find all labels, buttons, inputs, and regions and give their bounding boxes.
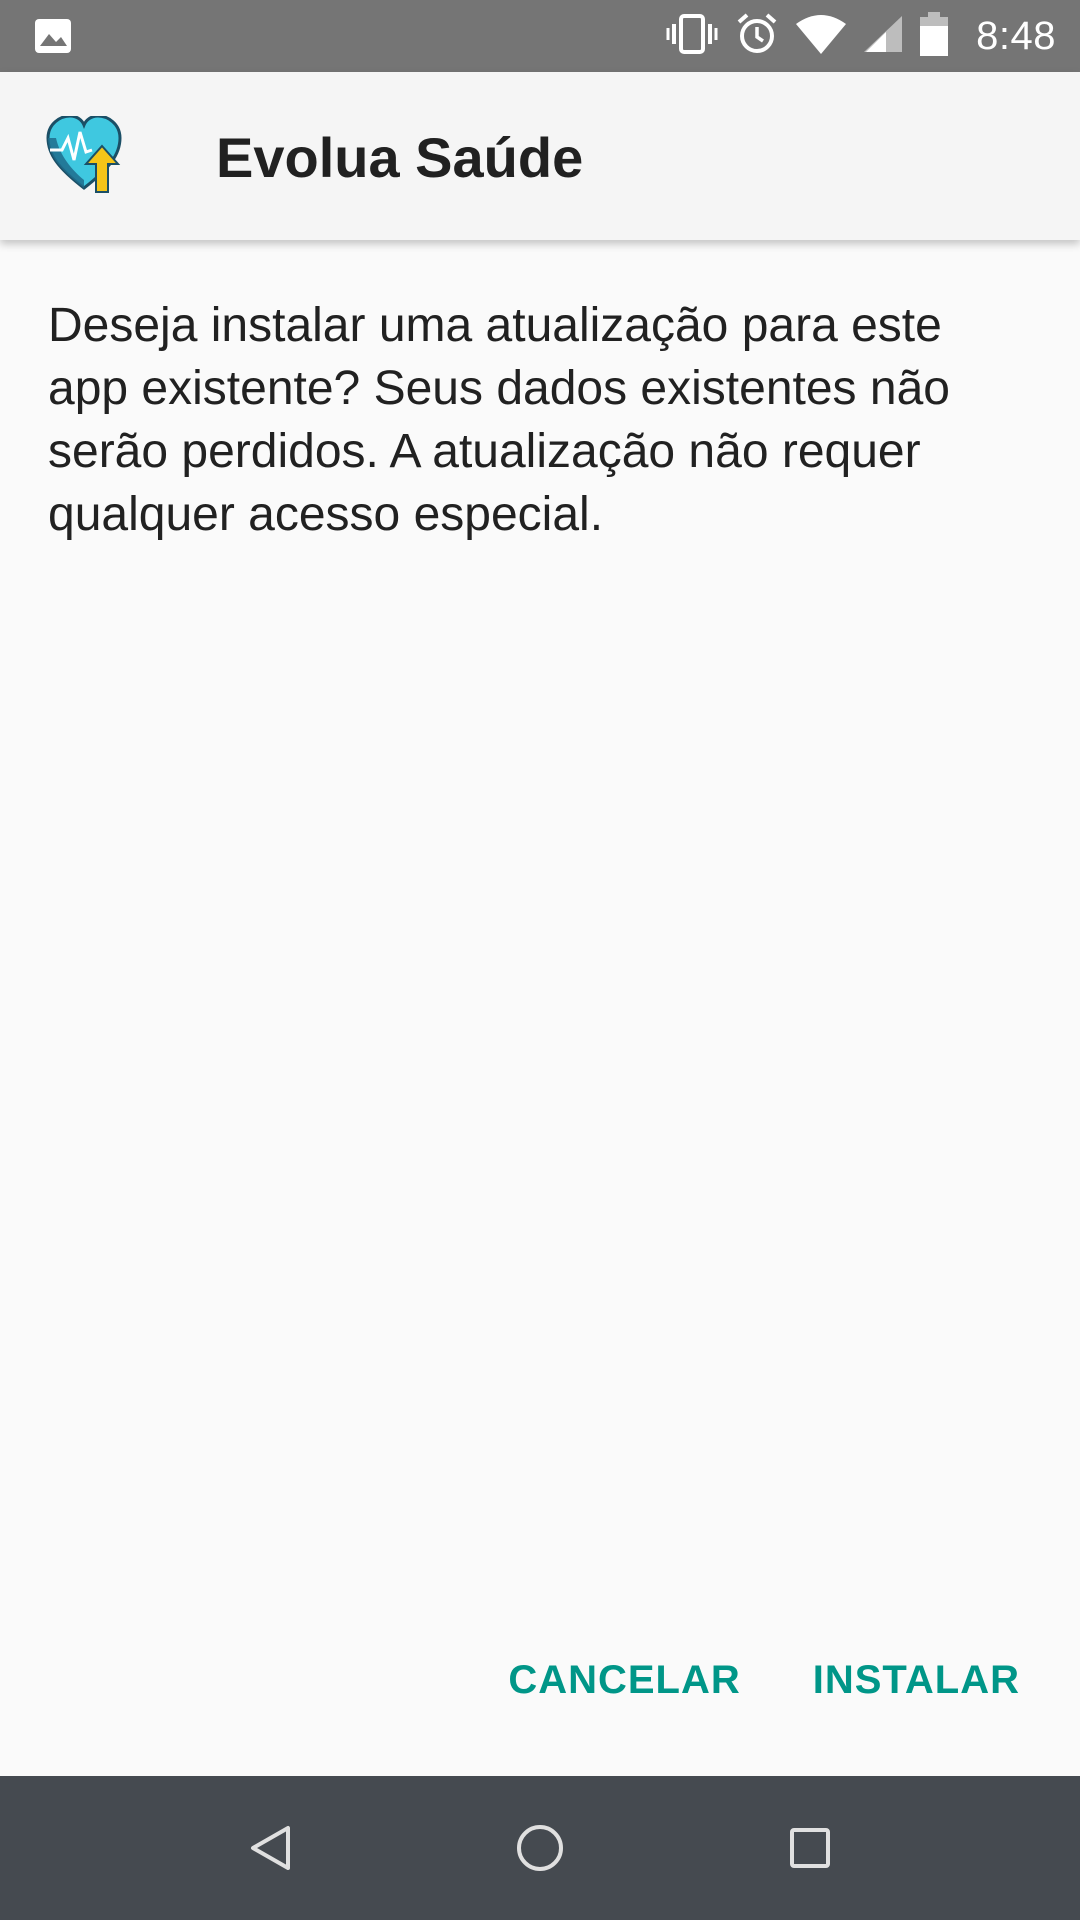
back-icon[interactable] — [234, 1812, 306, 1884]
status-bar: 8:48 — [0, 0, 1080, 72]
install-button[interactable]: INSTALAR — [813, 1652, 1020, 1709]
alarm-icon — [736, 12, 778, 60]
image-icon — [34, 18, 72, 59]
app-title: Evolua Saúde — [216, 126, 584, 189]
dialog-actions: CANCELAR INSTALAR — [508, 1652, 1020, 1709]
status-time: 8:48 — [976, 13, 1056, 58]
heart-pulse-arrow-icon — [46, 114, 122, 196]
recents-icon[interactable] — [774, 1812, 846, 1884]
signal-icon — [864, 15, 903, 57]
cancel-button[interactable]: CANCELAR — [508, 1652, 740, 1709]
home-icon[interactable] — [504, 1812, 576, 1884]
battery-icon — [920, 11, 949, 61]
navigation-bar — [0, 1776, 1080, 1920]
wifi-icon — [796, 14, 847, 59]
app-header: Evolua Saúde — [0, 72, 1080, 240]
install-message: Deseja instalar uma atualização para est… — [48, 299, 950, 541]
vibrate-icon — [666, 13, 718, 59]
